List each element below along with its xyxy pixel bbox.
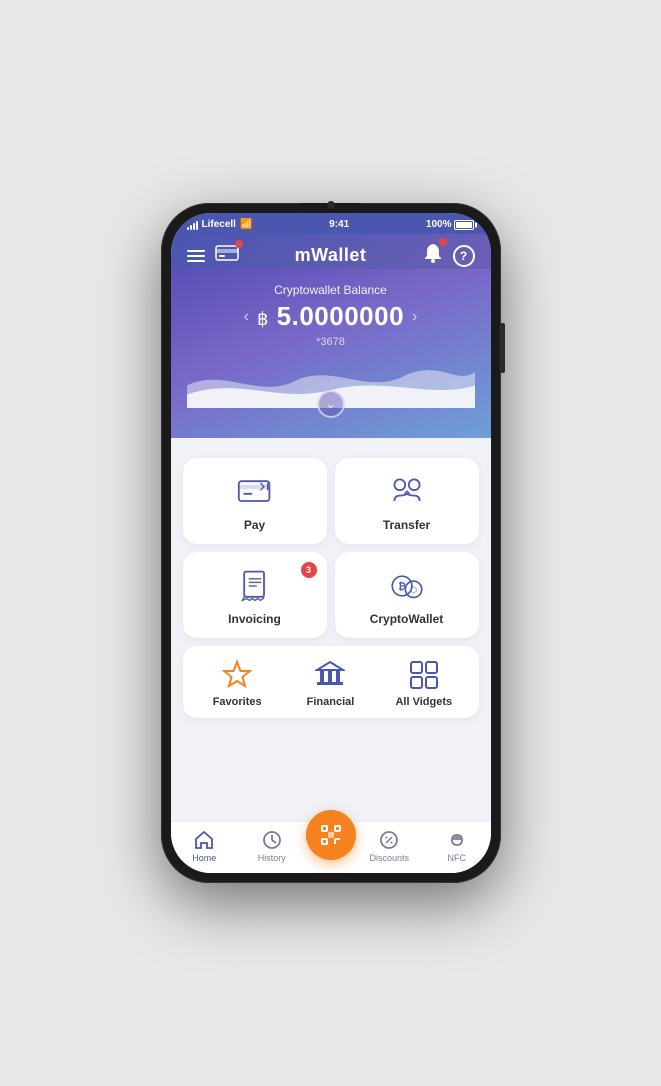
cryptowallet-button[interactable]: ₿ ⬡ CryptoWallet	[335, 552, 479, 638]
home-icon	[194, 830, 214, 850]
nav-discounts[interactable]: Discounts	[356, 830, 424, 863]
app-title: mWallet	[295, 245, 367, 266]
phone-frame: Lifecell 📶 9:41 100%	[161, 203, 501, 883]
card-badge	[235, 240, 243, 248]
wave-container: ⌄	[187, 358, 475, 408]
grid-row-1: Pay Transfer	[183, 458, 479, 544]
grid-row-2: 3 Invoicing ₿ ⬡	[183, 552, 479, 638]
phone-screen: Lifecell 📶 9:41 100%	[171, 213, 491, 873]
favorites-widget[interactable]: Favorites	[193, 660, 282, 708]
notification-button[interactable]	[423, 242, 443, 269]
battery-percent: 100%	[426, 219, 452, 230]
invoicing-icon	[237, 568, 273, 604]
pay-icon	[237, 474, 273, 510]
nav-history[interactable]: History	[238, 830, 306, 863]
bottom-nav: Home History	[171, 821, 491, 873]
pay-label: Pay	[244, 518, 265, 532]
transfer-icon	[389, 474, 425, 510]
cryptowallet-icon: ₿ ⬡	[389, 568, 425, 604]
battery-icon	[454, 220, 474, 230]
menu-button[interactable]	[187, 250, 205, 262]
bank-icon	[315, 660, 345, 690]
nfc-nav-label: NFC	[448, 853, 467, 863]
balance-label: Cryptowallet Balance	[187, 283, 475, 297]
wifi-icon: 📶	[240, 219, 252, 230]
balance-currency: ฿	[257, 309, 269, 329]
balance-row: ‹ ฿ 5.0000000 ›	[187, 301, 475, 332]
account-suffix: *3678	[187, 336, 475, 348]
battery-container: 100%	[426, 219, 475, 230]
grid-icon	[409, 660, 439, 690]
svg-text:⬡: ⬡	[409, 586, 416, 595]
nav-nfc[interactable]: NFC	[423, 830, 491, 863]
all-vidgets-label: All Vidgets	[395, 696, 452, 708]
pay-button[interactable]: Pay	[183, 458, 327, 544]
chevron-down-button[interactable]: ⌄	[317, 390, 345, 418]
time-label: 9:41	[329, 219, 349, 230]
bell-icon	[423, 242, 443, 264]
card-icon	[215, 244, 239, 262]
tag-icon	[379, 830, 399, 850]
header-right: ?	[423, 242, 475, 269]
header-left	[187, 244, 239, 267]
nav-home[interactable]: Home	[171, 830, 239, 863]
help-button[interactable]: ?	[453, 245, 475, 267]
signal-icon	[187, 220, 198, 230]
transfer-label: Transfer	[383, 518, 430, 532]
financial-widget[interactable]: Financial	[286, 660, 375, 708]
discounts-nav-label: Discounts	[369, 853, 409, 863]
home-nav-label: Home	[192, 853, 216, 863]
widget-row: Favorites Financial	[183, 646, 479, 718]
invoicing-button[interactable]: 3 Invoicing	[183, 552, 327, 638]
cryptowallet-label: CryptoWallet	[370, 612, 444, 626]
financial-label: Financial	[307, 696, 355, 708]
scan-button[interactable]	[306, 810, 356, 860]
app-header: mWallet ?	[171, 234, 491, 269]
all-vidgets-widget[interactable]: All Vidgets	[379, 660, 468, 708]
invoicing-label: Invoicing	[228, 612, 281, 626]
clock-icon	[262, 830, 282, 850]
balance-amount: ฿ 5.0000000	[257, 301, 404, 332]
status-left: Lifecell 📶	[187, 219, 253, 230]
main-content: Pay Transfer 3	[171, 438, 491, 821]
phone-side-button	[501, 323, 505, 373]
invoicing-badge: 3	[301, 562, 317, 578]
card-button[interactable]	[215, 244, 239, 267]
scan-icon	[319, 823, 343, 847]
history-nav-label: History	[258, 853, 286, 863]
balance-next-button[interactable]: ›	[412, 308, 417, 326]
status-bar: Lifecell 📶 9:41 100%	[171, 213, 491, 234]
phone-camera	[327, 201, 335, 209]
transfer-button[interactable]: Transfer	[335, 458, 479, 544]
notification-badge	[439, 238, 447, 246]
balance-section: Cryptowallet Balance ‹ ฿ 5.0000000 › *36…	[171, 269, 491, 438]
carrier-label: Lifecell	[202, 219, 236, 230]
nfc-icon	[447, 830, 467, 850]
balance-prev-button[interactable]: ‹	[244, 308, 249, 326]
star-icon	[222, 660, 252, 690]
favorites-label: Favorites	[213, 696, 262, 708]
